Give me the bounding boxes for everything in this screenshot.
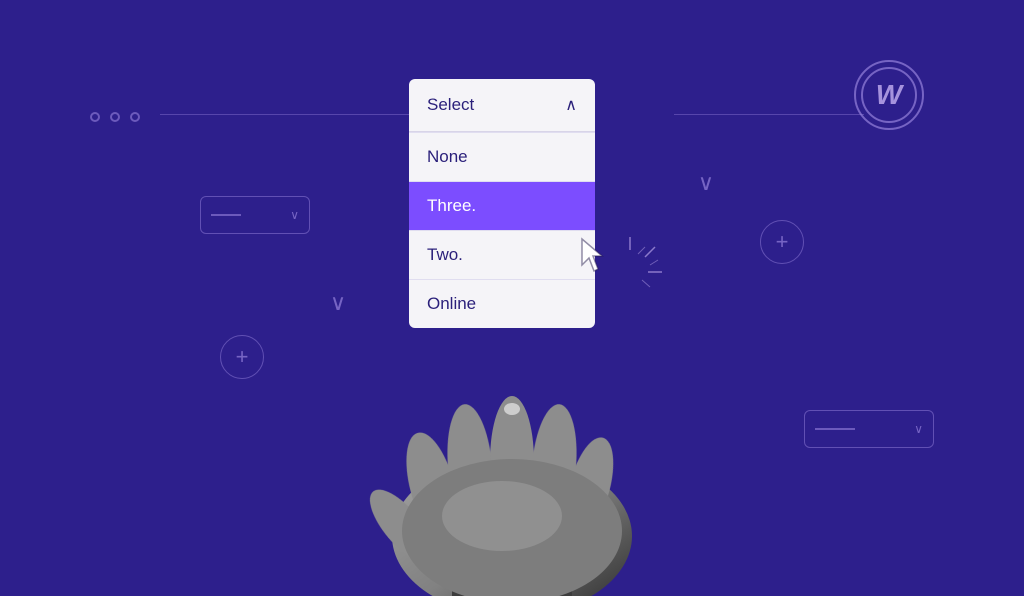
- sparkle-decoration: [590, 232, 670, 317]
- chevron-down-icon: ∨: [290, 208, 299, 222]
- horizontal-line-right: [674, 114, 864, 115]
- plus-circle-right[interactable]: +: [760, 220, 804, 264]
- three-dots: [90, 112, 140, 122]
- chevron-down-icon-left: ∨: [330, 290, 346, 316]
- plus-icon-right: +: [776, 229, 789, 255]
- chevron-down-icon-mini-right: ∨: [914, 422, 923, 436]
- plus-circle-left[interactable]: +: [220, 335, 264, 379]
- chevron-up-icon: ∧: [565, 95, 577, 115]
- wordpress-inner-ring: W: [861, 67, 917, 123]
- select-trigger-label: Select: [427, 95, 474, 115]
- mini-dropdown-left[interactable]: ∨: [200, 196, 310, 234]
- dot-2: [110, 112, 120, 122]
- plus-icon-left: +: [236, 344, 249, 370]
- dropdown-option-two[interactable]: Two.: [409, 231, 595, 280]
- select-dropdown[interactable]: Select ∧ None Three. Two. Online: [409, 79, 595, 328]
- dash-icon: [211, 214, 241, 216]
- dropdown-options-list: None Three. Two. Online: [409, 131, 595, 328]
- horizontal-line-left: [160, 114, 410, 115]
- dropdown-option-none[interactable]: None: [409, 132, 595, 182]
- hand-image: [322, 316, 702, 596]
- dropdown-option-online[interactable]: Online: [409, 280, 595, 328]
- wordpress-logo: W: [854, 60, 924, 130]
- wordpress-w-letter: W: [876, 79, 902, 111]
- dot-3: [130, 112, 140, 122]
- dropdown-option-three[interactable]: Three.: [409, 182, 595, 231]
- dot-1: [90, 112, 100, 122]
- mini-dropdown-right[interactable]: ∨: [804, 410, 934, 448]
- select-trigger-button[interactable]: Select ∧: [409, 79, 595, 131]
- dash-icon-right: [815, 428, 855, 430]
- chevron-down-icon-right: ∨: [698, 170, 714, 196]
